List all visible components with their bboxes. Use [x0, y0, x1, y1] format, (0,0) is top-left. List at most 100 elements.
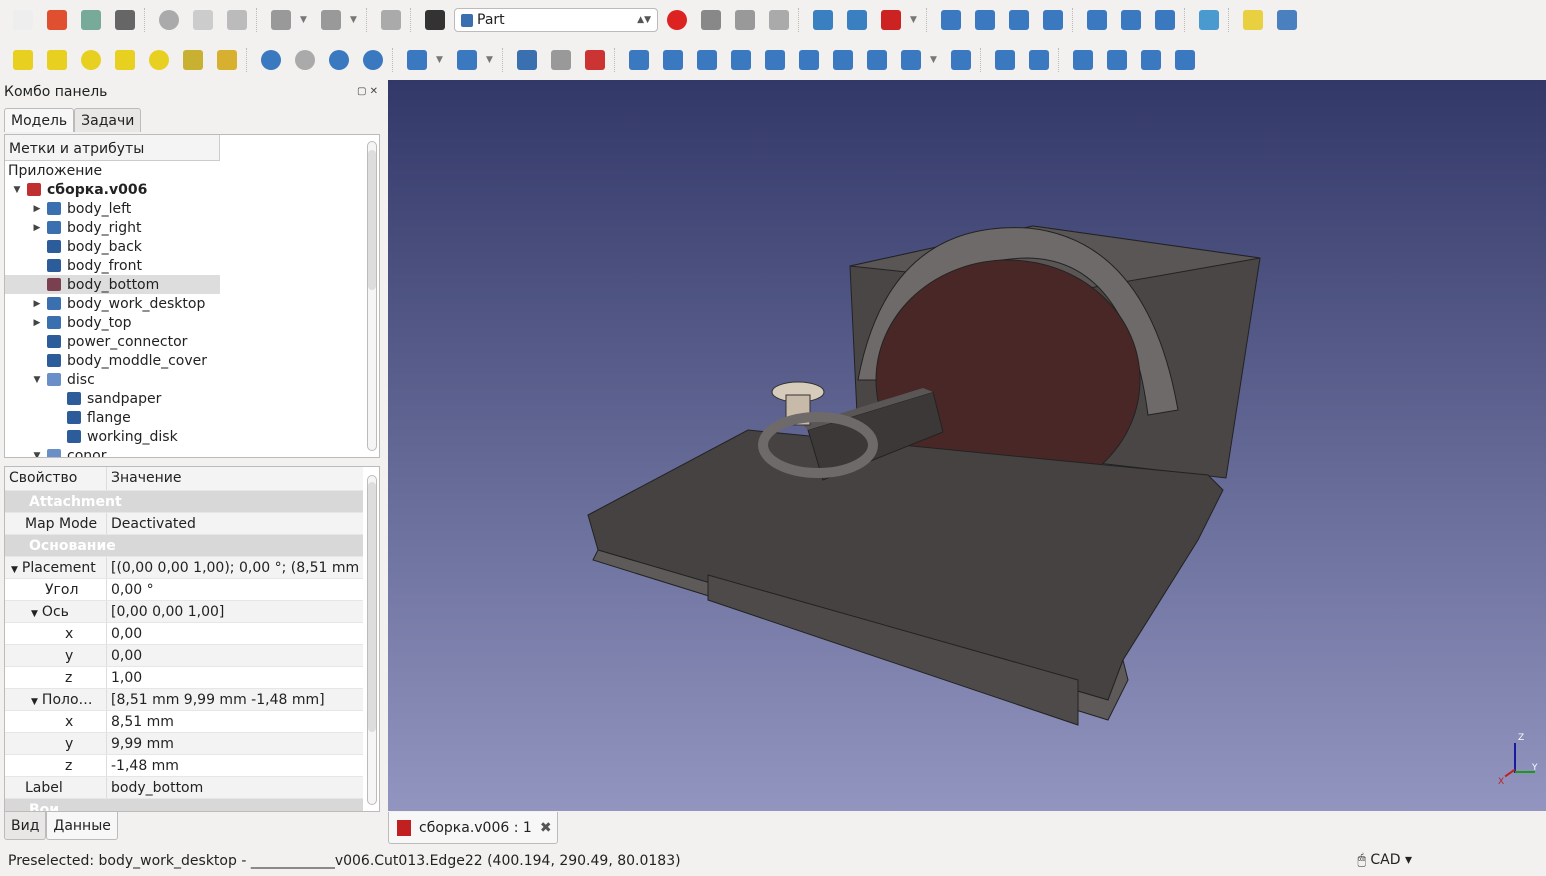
- join-dropdown-icon[interactable]: ▼: [436, 55, 448, 65]
- tree-item[interactable]: ▶ body_top: [5, 313, 220, 332]
- tab-tasks[interactable]: Задачи: [74, 108, 142, 132]
- tab-view[interactable]: Вид: [4, 812, 47, 840]
- navigation-style-button[interactable]: 🖱 CAD ▾: [1358, 852, 1412, 868]
- expand-arrow-icon[interactable]: ▼: [11, 565, 18, 575]
- isometric-button[interactable]: [936, 5, 966, 35]
- cross-sections-button[interactable]: [580, 45, 610, 75]
- property-value[interactable]: 8,51 mm: [107, 711, 363, 732]
- property-row[interactable]: y 9,99 mm: [5, 733, 363, 755]
- property-value[interactable]: Deactivated: [107, 513, 363, 534]
- tree-item[interactable]: flange: [5, 408, 220, 427]
- edit-macro-button[interactable]: [730, 5, 760, 35]
- tree-scrollbar[interactable]: [367, 141, 377, 451]
- fit-all-button[interactable]: [808, 5, 838, 35]
- cylinder-button[interactable]: [42, 45, 72, 75]
- new-file-button[interactable]: [8, 5, 38, 35]
- props-scrollbar[interactable]: [367, 475, 377, 805]
- expand-arrow-icon[interactable]: ▼: [11, 185, 23, 195]
- expand-arrow-icon[interactable]: ▶: [31, 299, 43, 309]
- property-value[interactable]: 9,99 mm: [107, 733, 363, 754]
- whats-this-button[interactable]: [420, 5, 450, 35]
- property-group[interactable]: Основание: [5, 535, 363, 557]
- thickness-button[interactable]: [946, 45, 976, 75]
- tree-item[interactable]: body_moddle_cover: [5, 351, 220, 370]
- property-row[interactable]: x 8,51 mm: [5, 711, 363, 733]
- run-macro-button[interactable]: [764, 5, 794, 35]
- tree-item[interactable]: power_connector: [5, 332, 220, 351]
- top-button[interactable]: [1004, 5, 1034, 35]
- sweep-dropdown-icon[interactable]: ▼: [930, 55, 942, 65]
- box-button[interactable]: [8, 45, 38, 75]
- defeaturing-button[interactable]: [546, 45, 576, 75]
- fit-selection-button[interactable]: [842, 5, 872, 35]
- tree-item[interactable]: body_front: [5, 256, 220, 275]
- make-section-button[interactable]: [1068, 45, 1098, 75]
- tree-item[interactable]: body_back: [5, 237, 220, 256]
- property-row[interactable]: ▼ Поло… [8,51 mm 9,99 mm -1,48 mm]: [5, 689, 363, 711]
- copy-button[interactable]: [188, 5, 218, 35]
- join-button[interactable]: [402, 45, 432, 75]
- fillet-button[interactable]: [726, 45, 756, 75]
- torus-button[interactable]: [144, 45, 174, 75]
- property-row[interactable]: x 0,00: [5, 623, 363, 645]
- expand-arrow-icon[interactable]: ▶: [31, 223, 43, 233]
- expand-arrow-icon[interactable]: ▶: [31, 204, 43, 214]
- property-row[interactable]: Map Mode Deactivated: [5, 513, 363, 535]
- property-row[interactable]: Label body_bottom: [5, 777, 363, 799]
- common-button[interactable]: [358, 45, 388, 75]
- sweep-button[interactable]: [896, 45, 926, 75]
- tab-data[interactable]: Данные: [46, 812, 118, 840]
- expand-arrow-icon[interactable]: ▼: [31, 697, 38, 707]
- tree-item[interactable]: ▼ disc: [5, 370, 220, 389]
- measure-button[interactable]: [1194, 5, 1224, 35]
- sphere-button[interactable]: [76, 45, 106, 75]
- property-row[interactable]: ▼ Ось [0,00 0,00 1,00]: [5, 601, 363, 623]
- undo-button[interactable]: [266, 5, 296, 35]
- shape-builder-button[interactable]: [1024, 45, 1054, 75]
- property-value[interactable]: 1,00: [107, 667, 363, 688]
- property-value[interactable]: -1,48 mm: [107, 755, 363, 776]
- expand-arrow-icon[interactable]: ▶: [31, 318, 43, 328]
- property-group[interactable]: Вои: [5, 799, 363, 811]
- property-editor[interactable]: Свойство Значение Attachment Map Mode Deac…: [4, 466, 380, 812]
- property-row[interactable]: y 0,00: [5, 645, 363, 667]
- chamfer-button[interactable]: [760, 45, 790, 75]
- tab-model[interactable]: Модель: [4, 108, 75, 132]
- cone-button[interactable]: [110, 45, 140, 75]
- workbench-selector[interactable]: Part ▲▼: [454, 8, 658, 32]
- ruled-surface-button[interactable]: [828, 45, 858, 75]
- draw-style-button[interactable]: [876, 5, 906, 35]
- cut-button[interactable]: [154, 5, 184, 35]
- bottom-button[interactable]: [1116, 5, 1146, 35]
- rear-button[interactable]: [1082, 5, 1112, 35]
- property-value[interactable]: [0,00 0,00 1,00]: [107, 601, 363, 622]
- tree-item[interactable]: ▶ body_work_desktop: [5, 294, 220, 313]
- property-row[interactable]: Угол 0,00 °: [5, 579, 363, 601]
- undo-dropdown-icon[interactable]: ▼: [300, 15, 312, 25]
- primitives-button[interactable]: [212, 45, 242, 75]
- refresh-button[interactable]: [376, 5, 406, 35]
- right-button[interactable]: [1038, 5, 1068, 35]
- compound-button[interactable]: [1136, 45, 1166, 75]
- cut-button[interactable]: [290, 45, 320, 75]
- mirror-button[interactable]: [692, 45, 722, 75]
- property-group[interactable]: Attachment: [5, 491, 363, 513]
- left-button[interactable]: [1150, 5, 1180, 35]
- property-value[interactable]: [8,51 mm 9,99 mm -1,48 mm]: [107, 689, 363, 710]
- shell-button[interactable]: [1170, 45, 1200, 75]
- property-row[interactable]: ▼ Placement [(0,00 0,00 1,00); 0,00 °; (8,…: [5, 557, 363, 579]
- tree-item[interactable]: ▼ conor: [5, 446, 220, 457]
- redo-dropdown-icon[interactable]: ▼: [350, 15, 362, 25]
- stop-macro-button[interactable]: [696, 5, 726, 35]
- expand-arrow-icon[interactable]: ▼: [31, 375, 43, 385]
- property-value[interactable]: body_bottom: [107, 777, 363, 798]
- tree-item[interactable]: working_disk: [5, 427, 220, 446]
- print-button[interactable]: [110, 5, 140, 35]
- split-dropdown-icon[interactable]: ▼: [486, 55, 498, 65]
- paste-button[interactable]: [222, 5, 252, 35]
- draw-style-dropdown-icon[interactable]: ▼: [910, 15, 922, 25]
- make-face-button[interactable]: [794, 45, 824, 75]
- property-value[interactable]: 0,00: [107, 645, 363, 666]
- record-macro-button[interactable]: [662, 5, 692, 35]
- tree-item[interactable]: body_bottom: [5, 275, 220, 294]
